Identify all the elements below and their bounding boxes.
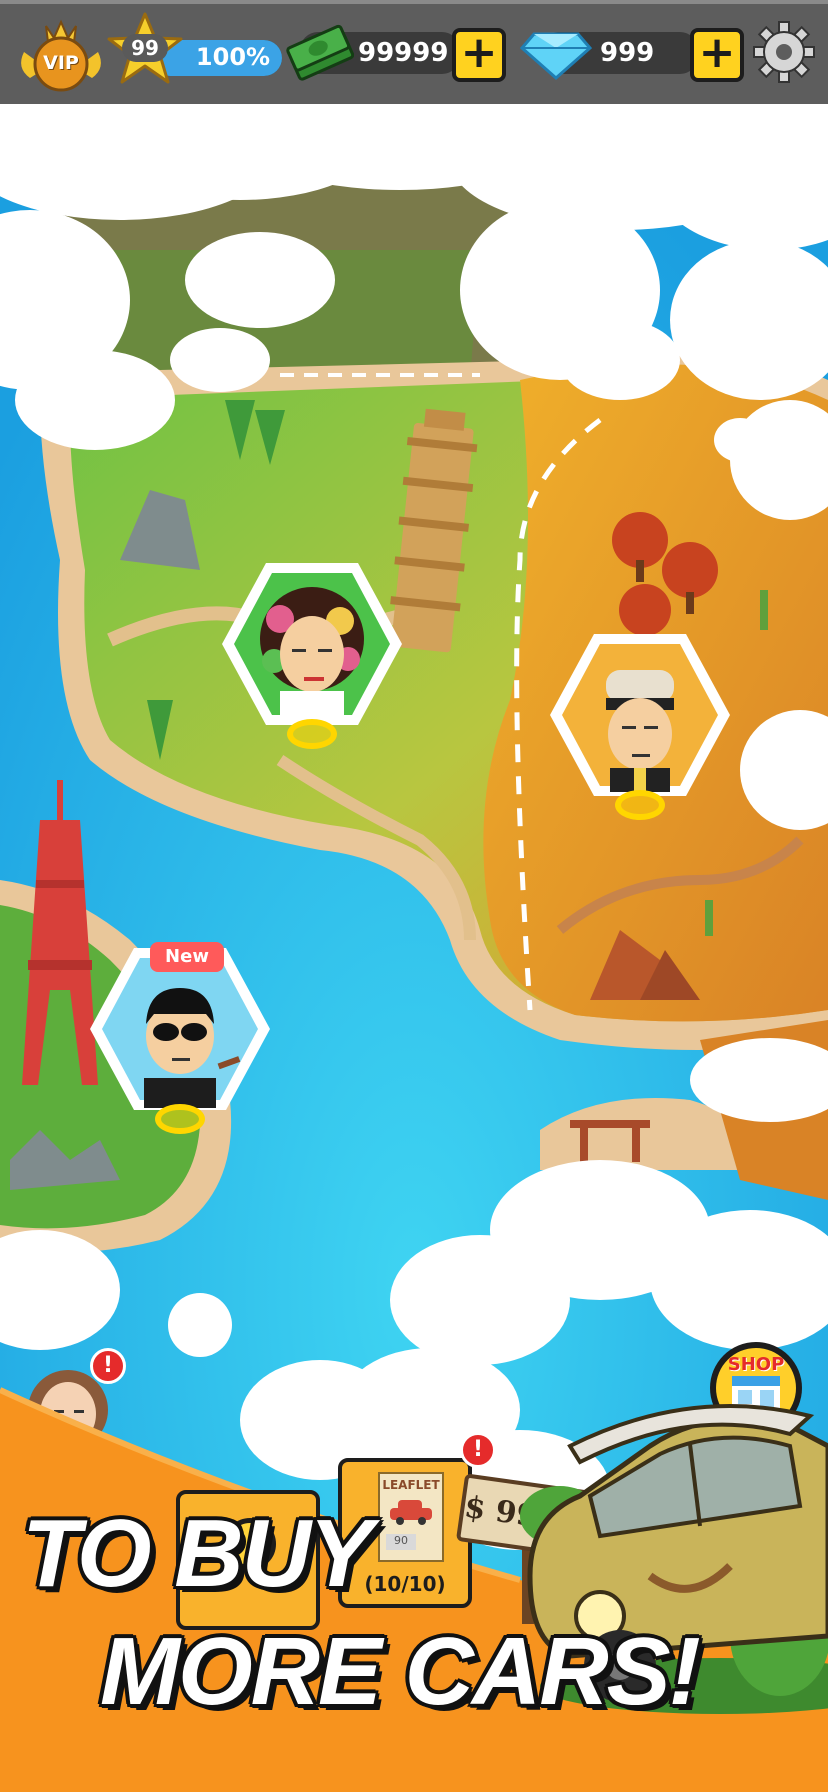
stage-marker-italy[interactable] [220,559,404,769]
stage-hexagon [222,563,402,725]
cash-stack-icon [284,18,355,82]
stage-pin [615,790,665,820]
settings-button[interactable] [752,20,816,84]
add-gems-button[interactable]: + [690,28,744,82]
add-cash-button[interactable]: + [452,28,506,82]
promo-text: TO BUY MORE CARS! [0,1500,701,1792]
vip-label: VIP [43,52,79,74]
promo-line-2: MORE CARS! [100,1618,701,1725]
cash-amount: 99999 [358,38,449,68]
stage-pin [155,1104,205,1134]
promo-line-1: TO BUY [22,1500,373,1607]
xp-progress-text: 100% [195,43,271,71]
hud-shine [0,0,828,4]
gear-icon [753,21,815,83]
vip-button[interactable]: VIP [16,12,106,94]
player-level-star[interactable]: 99 [106,10,184,88]
leaflet-title: LEAFLET [382,1478,440,1492]
stage-pin [287,719,337,749]
diamond-icon [519,28,593,82]
advisor-alert-badge: ! [90,1348,126,1384]
shop-label: SHOP [727,1354,785,1375]
top-hud: VIP 100% 99 99999 + 999 + [0,0,828,104]
stage-marker-desert[interactable] [548,630,732,840]
player-level: 99 [122,34,168,62]
stage-hexagon [550,634,730,796]
gem-amount: 999 [600,38,655,68]
stage-marker-paris[interactable] [88,944,272,1154]
new-stage-badge: New [150,942,224,972]
